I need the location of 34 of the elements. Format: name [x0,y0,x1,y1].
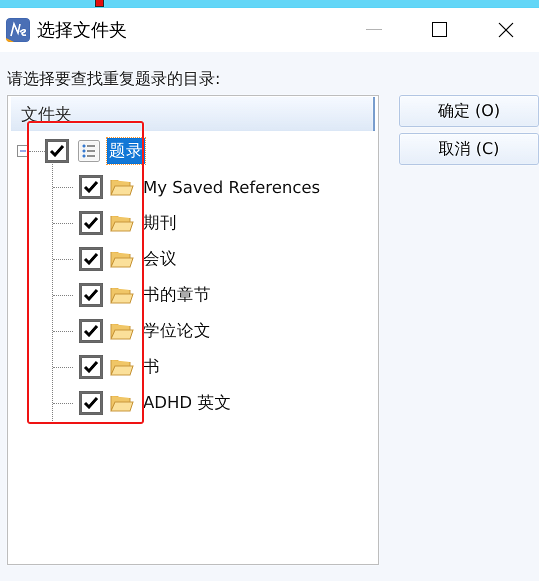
tree-item[interactable]: 书的章节 [141,282,213,308]
folder-icon [110,177,134,197]
checkbox[interactable] [79,283,103,307]
checkbox[interactable] [79,391,103,415]
checkbox[interactable] [45,139,69,163]
list-icon [78,140,100,162]
folder-icon [110,321,134,341]
folder-icon [110,357,134,377]
tree-item[interactable]: 期刊 [141,210,179,236]
cancel-button[interactable]: 取消 (C) [399,133,539,165]
flag-marker [95,0,104,7]
folder-icon [110,249,134,269]
checkbox[interactable] [79,319,103,343]
folder-icon [110,213,134,233]
minimize-icon [366,29,382,31]
folder-icon [110,285,134,305]
tree-item[interactable]: 会议 [141,246,179,272]
app-logo-icon [6,18,30,42]
checkbox[interactable] [79,175,103,199]
tree-item[interactable]: 学位论文 [141,318,213,344]
checkbox[interactable] [79,247,103,271]
instruction-text: 请选择要查找重复题录的目录: [6,68,222,90]
close-icon [498,22,514,38]
checkbox[interactable] [79,211,103,235]
collapse-icon[interactable] [17,145,29,157]
ok-button[interactable]: 确定 (O) [399,95,539,127]
maximize-icon [432,22,448,38]
tree-item[interactable]: ADHD 英文 [141,390,234,416]
checkbox[interactable] [79,355,103,379]
tree-item[interactable]: 题录 [107,138,145,164]
folder-icon [110,393,134,413]
tree-item[interactable]: 书 [141,354,162,380]
tree-item[interactable]: My Saved References [141,176,322,198]
window-title: 选择文件夹 [37,19,127,42]
